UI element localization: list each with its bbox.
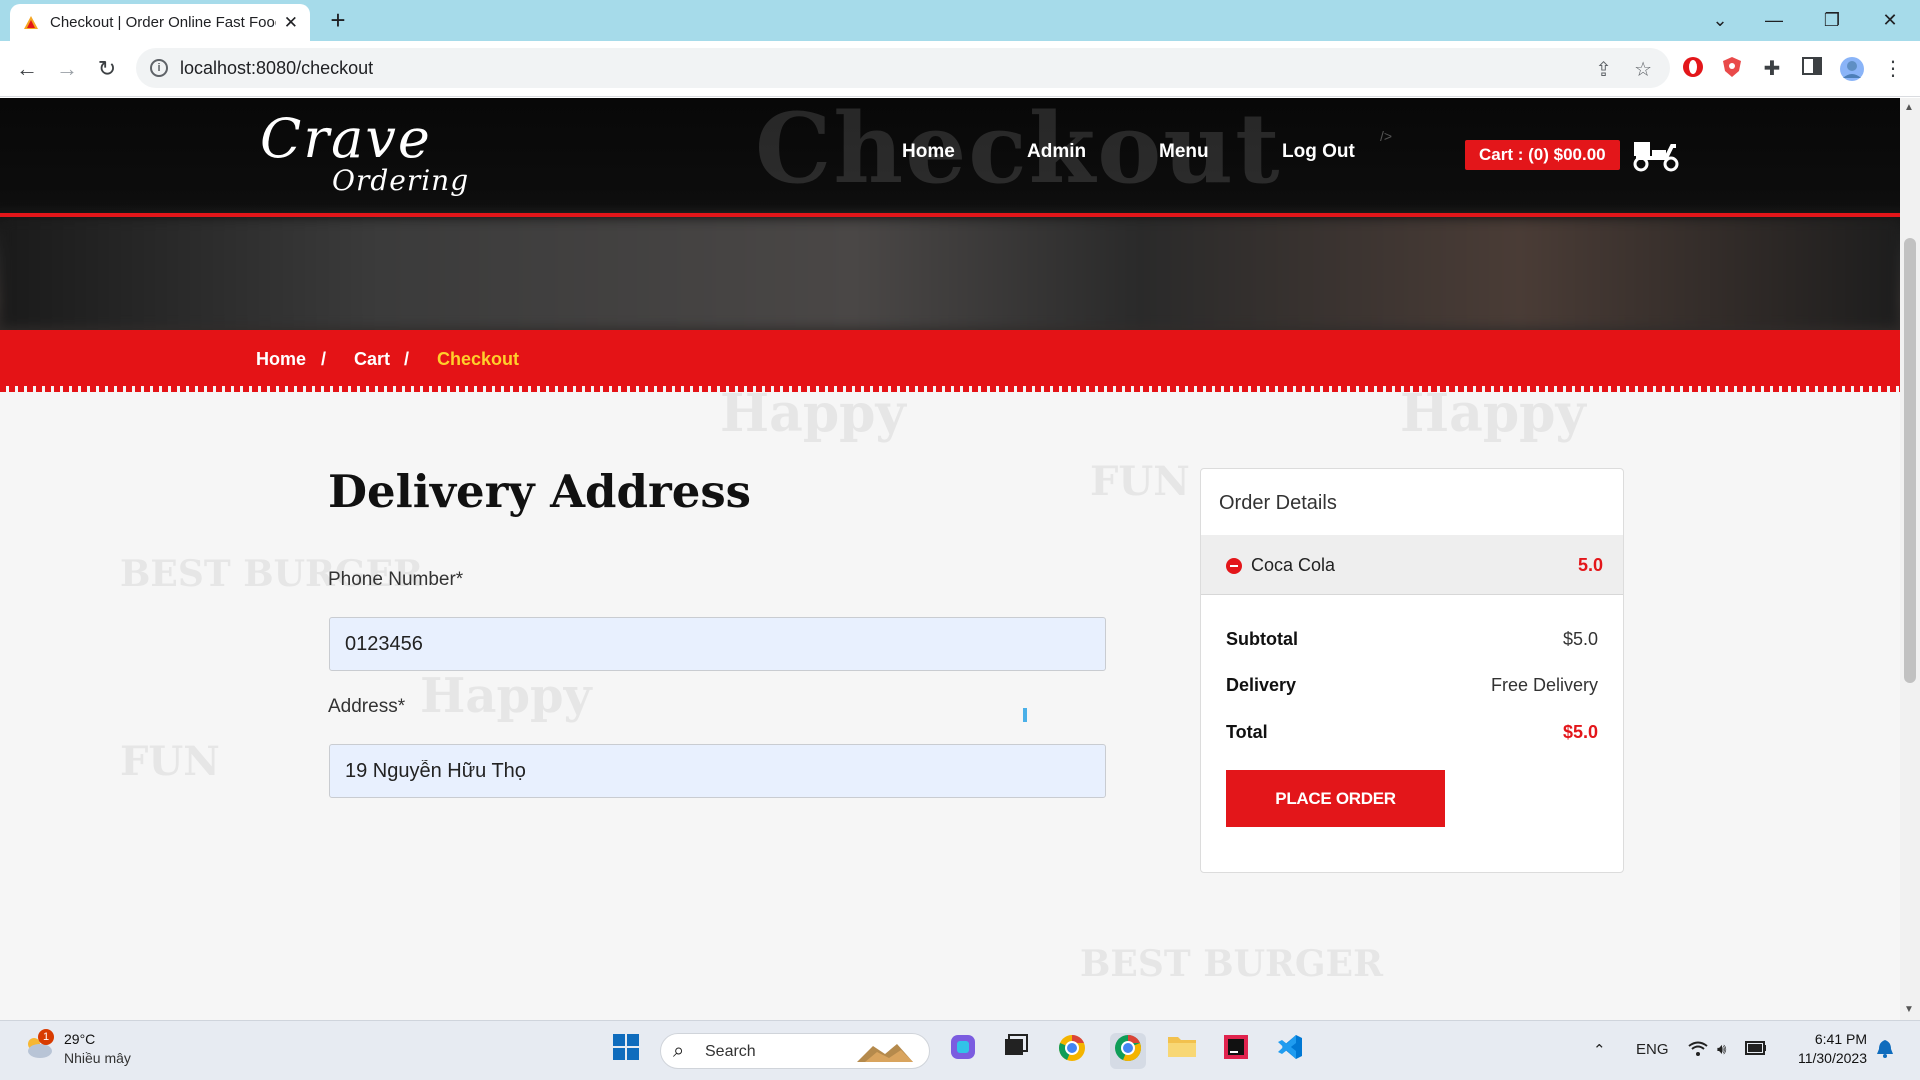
- search-highlight-icon: [857, 1044, 913, 1062]
- text-cursor: [1023, 708, 1027, 722]
- scroll-up-icon[interactable]: ▲: [1904, 102, 1914, 113]
- page-title: Delivery Address: [328, 465, 751, 518]
- subtotal-value: $5.0: [1562, 629, 1598, 649]
- doodle-fun: FUN: [1090, 458, 1190, 505]
- new-tab-button[interactable]: +: [324, 6, 352, 34]
- logo-line-2: Ordering: [332, 164, 470, 197]
- site-logo[interactable]: Crave Ordering: [260, 107, 470, 198]
- phone-label: Phone Number*: [328, 569, 464, 590]
- phone-input[interactable]: [329, 617, 1106, 671]
- browser-menu-icon[interactable]: ⋮: [1880, 56, 1906, 82]
- opera-extension-icon[interactable]: [1680, 56, 1706, 82]
- weather-alert-badge: 1: [38, 1029, 54, 1045]
- back-arrow-icon[interactable]: ←: [12, 54, 42, 84]
- breadcrumb: Home / Cart / Checkout: [0, 330, 1900, 392]
- remove-item-icon[interactable]: [1226, 558, 1242, 574]
- delivery-scooter-icon: [1630, 136, 1682, 177]
- page-scrollbar[interactable]: ▲ ▼: [1900, 98, 1920, 1020]
- weather-temperature: 29°C: [64, 1031, 96, 1047]
- scrollbar-thumb[interactable]: [1904, 238, 1916, 683]
- scroll-down-icon[interactable]: ▼: [1904, 1004, 1914, 1015]
- nav-menu[interactable]: Menu: [1159, 141, 1209, 163]
- volume-icon[interactable]: 🔊︎: [1717, 1041, 1726, 1058]
- notification-bell-icon[interactable]: [1876, 1039, 1894, 1063]
- browser-toolbar: ← → ↻ i localhost:8080/checkout ⇪ ☆ ✚ ⋮: [0, 41, 1920, 97]
- site-info-icon[interactable]: i: [150, 59, 168, 77]
- shield-extension-icon[interactable]: [1719, 56, 1745, 82]
- tab-close-icon[interactable]: ✕: [284, 13, 298, 33]
- show-hidden-icons-chevron-icon[interactable]: ⌃: [1593, 1041, 1606, 1059]
- breadcrumb-checkout: Checkout: [437, 349, 520, 369]
- taskbar-search-label: Search: [705, 1043, 756, 1060]
- system-clock[interactable]: 6:41 PM 11/30/2023: [1785, 1031, 1867, 1066]
- restore-button[interactable]: ❐: [1812, 6, 1852, 34]
- taskbar-search[interactable]: ⌕ Search: [660, 1033, 930, 1069]
- reload-icon[interactable]: ↻: [92, 54, 122, 84]
- profile-avatar[interactable]: [1839, 56, 1865, 82]
- breadcrumb-separator: /: [404, 349, 410, 369]
- windows-start-icon[interactable]: [608, 1033, 644, 1069]
- task-view-icon[interactable]: [998, 1033, 1034, 1069]
- nav-home[interactable]: Home: [902, 141, 955, 163]
- file-explorer-icon[interactable]: [1164, 1033, 1200, 1069]
- doodle-best-burger-2: BEST BURGER: [1080, 943, 1384, 985]
- browser-tab[interactable]: Checkout | Order Online Fast Food ✕: [10, 4, 310, 41]
- side-panel-icon[interactable]: [1799, 56, 1825, 82]
- nav-admin[interactable]: Admin: [1027, 141, 1086, 163]
- doodle-happy-2: Happy: [1400, 383, 1586, 444]
- tab-title: Checkout | Order Online Fast Food: [50, 14, 276, 31]
- copilot-icon[interactable]: [945, 1033, 981, 1069]
- browser-tab-strip: Checkout | Order Online Fast Food ✕ + ⌄ …: [0, 0, 1920, 41]
- nav-log-out[interactable]: Log Out: [1282, 141, 1355, 163]
- address-input[interactable]: [329, 744, 1106, 798]
- share-icon[interactable]: ⇪: [1595, 57, 1612, 82]
- extensions-puzzle-icon[interactable]: ✚: [1759, 56, 1785, 82]
- order-details-card: Order Details Coca Cola 5.0 Subtotal $5.…: [1200, 468, 1624, 873]
- order-item: Coca Cola 5.0: [1201, 535, 1623, 595]
- address-label: Address*: [328, 696, 406, 717]
- chrome-canary-icon[interactable]: [1054, 1033, 1090, 1069]
- stray-code-text: />: [1380, 128, 1393, 144]
- wifi-icon[interactable]: [1688, 1041, 1708, 1061]
- windows-taskbar: 1 29°C Nhiều mây ⌕ Search ⌃ ENG 🔊︎ 6:41 …: [0, 1020, 1920, 1080]
- doodle-happy-3: Happy: [420, 668, 592, 724]
- weather-description: Nhiều mây: [64, 1050, 131, 1066]
- chrome-icon[interactable]: [1110, 1033, 1146, 1069]
- doodle-happy: Happy: [720, 383, 906, 444]
- jetbrains-icon[interactable]: [1218, 1033, 1254, 1069]
- subtotal-label: Subtotal: [1226, 629, 1298, 649]
- breadcrumb-cart[interactable]: Cart: [354, 349, 390, 370]
- doodle-fun-2: FUN: [120, 738, 220, 785]
- web-page: Happy Happy BEST BURGER Happy BEST BURGE…: [0, 98, 1900, 1020]
- delivery-label: Delivery: [1226, 675, 1297, 695]
- clock-time: 6:41 PM: [1814, 1031, 1867, 1047]
- forward-arrow-icon[interactable]: →: [52, 54, 82, 84]
- bookmark-star-icon[interactable]: ☆: [1634, 57, 1652, 82]
- breadcrumb-separator: /: [321, 349, 327, 369]
- hero-divider: [0, 213, 1900, 217]
- close-window-button[interactable]: ✕: [1870, 6, 1910, 34]
- address-bar[interactable]: i localhost:8080/checkout ⇪ ☆: [136, 48, 1670, 88]
- order-item-quantity: 5.0: [1577, 555, 1603, 575]
- language-indicator[interactable]: ENG: [1636, 1041, 1669, 1058]
- order-item-name: Coca Cola: [1251, 555, 1336, 575]
- total-value: $5.0: [1562, 722, 1598, 742]
- minimize-button[interactable]: —: [1754, 6, 1794, 34]
- hero-background-image: [0, 218, 1900, 328]
- order-details-title: Order Details: [1219, 492, 1337, 514]
- vscode-icon[interactable]: [1272, 1033, 1308, 1069]
- delivery-value: Free Delivery: [1490, 675, 1598, 695]
- place-order-button[interactable]: PLACE ORDER: [1226, 770, 1445, 827]
- total-label: Total: [1226, 722, 1268, 742]
- breadcrumb-home[interactable]: Home: [256, 349, 306, 370]
- url-text[interactable]: localhost:8080/checkout: [180, 58, 373, 79]
- battery-icon[interactable]: [1745, 1041, 1767, 1059]
- cart-button[interactable]: Cart : (0) $00.00: [1465, 140, 1620, 170]
- clock-date: 11/30/2023: [1797, 1050, 1867, 1066]
- tab-search-chevron-icon[interactable]: ⌄: [1700, 6, 1740, 34]
- search-icon: ⌕: [673, 1040, 685, 1062]
- logo-line-1: Crave: [260, 107, 432, 170]
- site-favicon-icon: [22, 14, 40, 32]
